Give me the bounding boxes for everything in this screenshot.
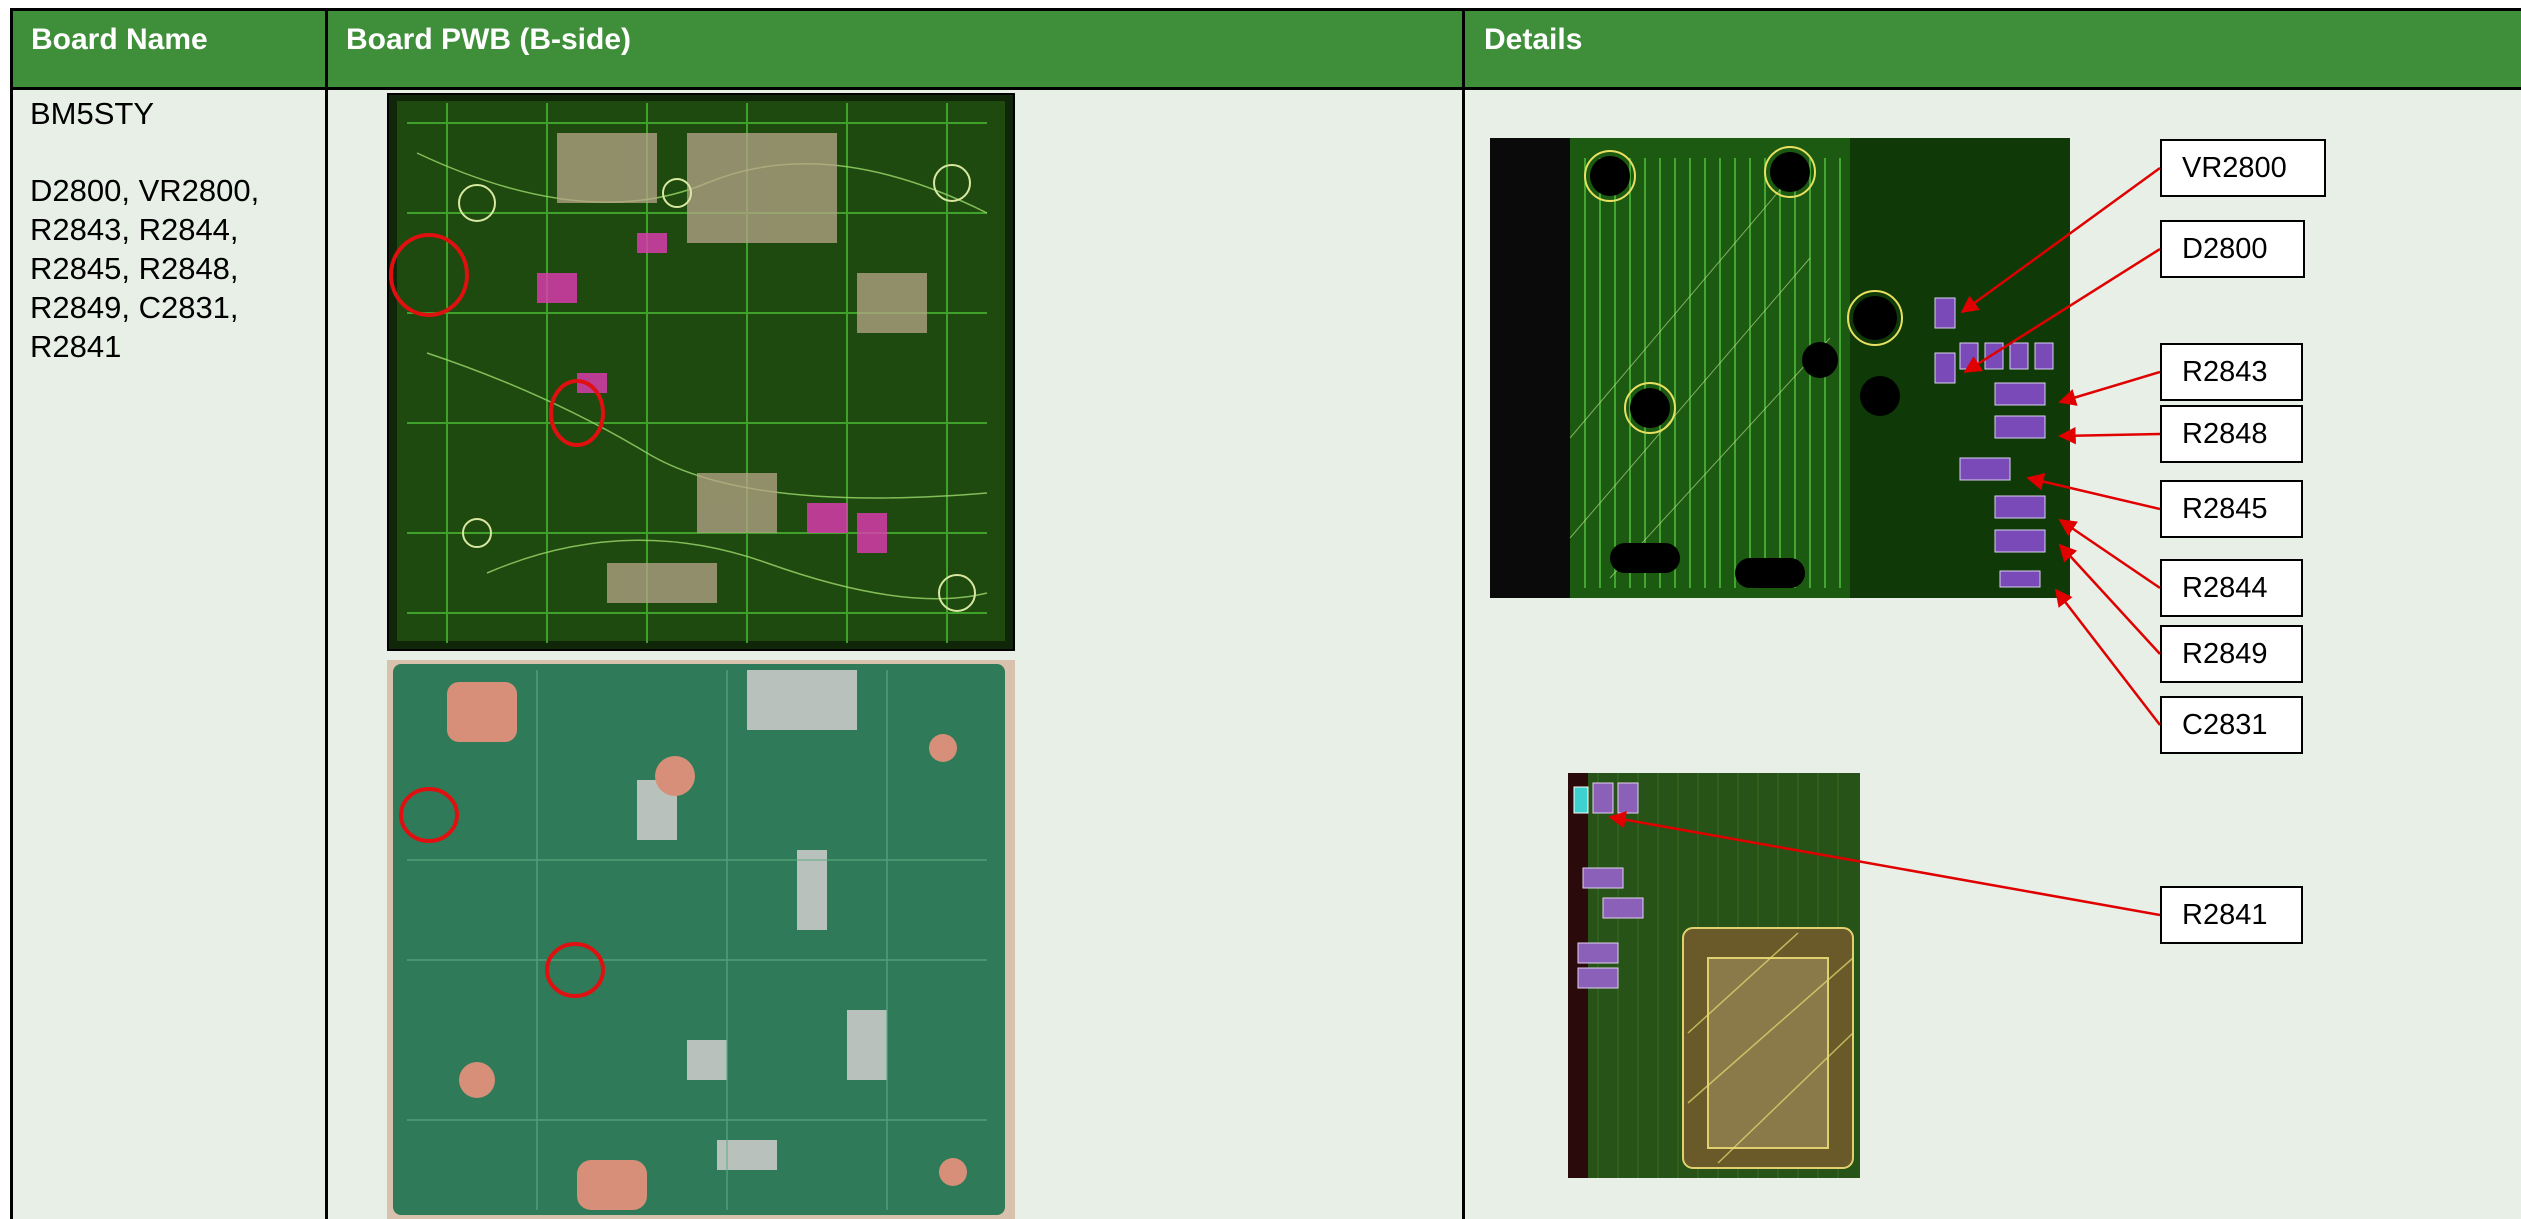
arrow-r2844 — [2058, 518, 2161, 590]
arrow-r2841 — [1608, 811, 2161, 917]
arrow-r2845 — [2026, 473, 2161, 511]
arrow-r2843 — [2058, 370, 2161, 406]
arrow-r2848 — [2058, 426, 2161, 445]
callout-arrows — [1608, 166, 2161, 917]
arrow-r2849 — [2058, 543, 2161, 655]
arrow-d2800 — [1963, 247, 2161, 374]
arrow-c2831 — [2054, 588, 2161, 726]
arrow-vr2800 — [1960, 166, 2161, 314]
